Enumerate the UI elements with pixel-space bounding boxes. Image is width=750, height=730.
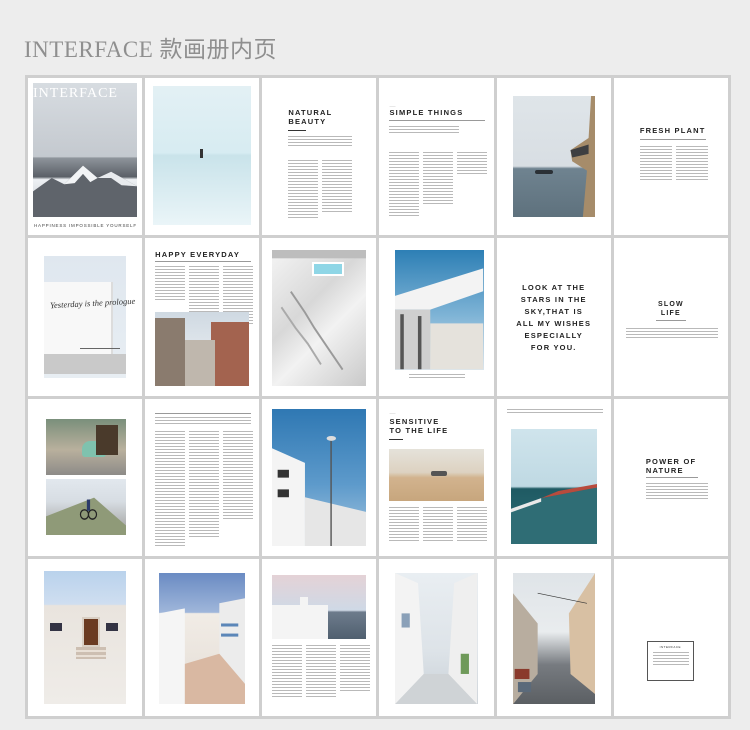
teal-building-photo	[510, 428, 597, 544]
coastal-town-photo	[272, 574, 367, 639]
page-title: INTERFACE 款画册内页	[24, 37, 278, 62]
page-fresh-plant[interactable]: FRESH PLANT	[613, 78, 728, 236]
page-narrow-alley[interactable]	[379, 558, 494, 716]
page-town-street[interactable]	[496, 558, 611, 716]
page-coastal-town[interactable]	[262, 558, 377, 716]
white-building-photo	[44, 256, 127, 378]
power-nature-heading: POWER OF NATURE	[645, 456, 697, 475]
page-sensitive[interactable]: —— SENSITIVE TO THE LIFE	[379, 398, 494, 556]
last-page-box-title: INTERFACE	[659, 644, 681, 649]
page-slow-life[interactable]: SLOW LIFE	[613, 238, 728, 396]
desert-car-photo	[389, 448, 484, 501]
sensitive-heading: SENSITIVE TO THE LIFE	[389, 416, 449, 435]
stars-quote-text: LOOK AT THE STARS IN THE SKY,THAT IS ALL…	[516, 283, 592, 353]
bmx-photo	[46, 478, 127, 535]
cover-tagline: HAPPINESS IMPOSSIBLE YOURSELF	[34, 223, 137, 229]
page-stars-quote[interactable]: LOOK AT THE STARS IN THE SKY,THAT IS ALL…	[496, 238, 611, 396]
page-lamp-building[interactable]	[262, 398, 377, 556]
white-house-photo	[44, 570, 127, 704]
page-alley-stairs[interactable]	[145, 558, 260, 716]
page-seaside-rock[interactable]	[496, 78, 611, 236]
ice-figure-photo	[153, 86, 252, 226]
page-white-stairs[interactable]	[262, 238, 377, 396]
scooter-photo	[46, 418, 127, 475]
page-text-columns[interactable]	[145, 398, 260, 556]
street-photo	[155, 312, 250, 386]
page-white-house[interactable]	[28, 558, 143, 716]
page-last-box[interactable]: INTERFACE	[613, 558, 728, 716]
page-figure-on-ice[interactable]	[145, 78, 260, 236]
page-power-nature[interactable]: POWER OF NATURE	[613, 398, 728, 556]
lamp-building-photo	[272, 408, 367, 546]
narrow-alley-photo	[395, 572, 478, 704]
happy-everyday-heading: HAPPY EVERYDAY	[155, 250, 241, 260]
page-natural-beauty[interactable]: NATURAL BEAUTY	[262, 78, 377, 236]
page-white-wall[interactable]: Yesterday is the prologue	[28, 238, 143, 396]
last-page-box: INTERFACE	[646, 640, 694, 681]
simple-things-heading: SIMPLE THINGS	[389, 108, 464, 117]
alley-stairs-photo	[159, 572, 246, 704]
modern-building-photo	[395, 250, 484, 370]
page-scooter-bike[interactable]	[28, 398, 143, 556]
page-happy-everyday[interactable]: HAPPY EVERYDAY	[145, 238, 260, 396]
town-street-photo	[512, 572, 595, 704]
white-stairs-photo	[272, 250, 367, 386]
cover-mountain-photo	[33, 83, 138, 218]
sea-ship-photo	[512, 96, 595, 218]
page-modern-building[interactable]	[379, 238, 494, 396]
cover-masthead: INTERFACE	[33, 86, 118, 101]
natural-beauty-heading: NATURAL BEAUTY	[288, 108, 333, 127]
spread-grid: INTERFACE HAPPINESS IMPOSSIBLE YOURSELF …	[25, 75, 731, 719]
slow-life-heading: SLOW LIFE	[658, 301, 684, 318]
page-teal-building[interactable]	[496, 398, 611, 556]
fresh-plant-heading: FRESH PLANT	[639, 126, 706, 135]
page-cover[interactable]: INTERFACE HAPPINESS IMPOSSIBLE YOURSELF	[28, 78, 143, 236]
page-simple-things[interactable]: —— SIMPLE THINGS	[379, 78, 494, 236]
